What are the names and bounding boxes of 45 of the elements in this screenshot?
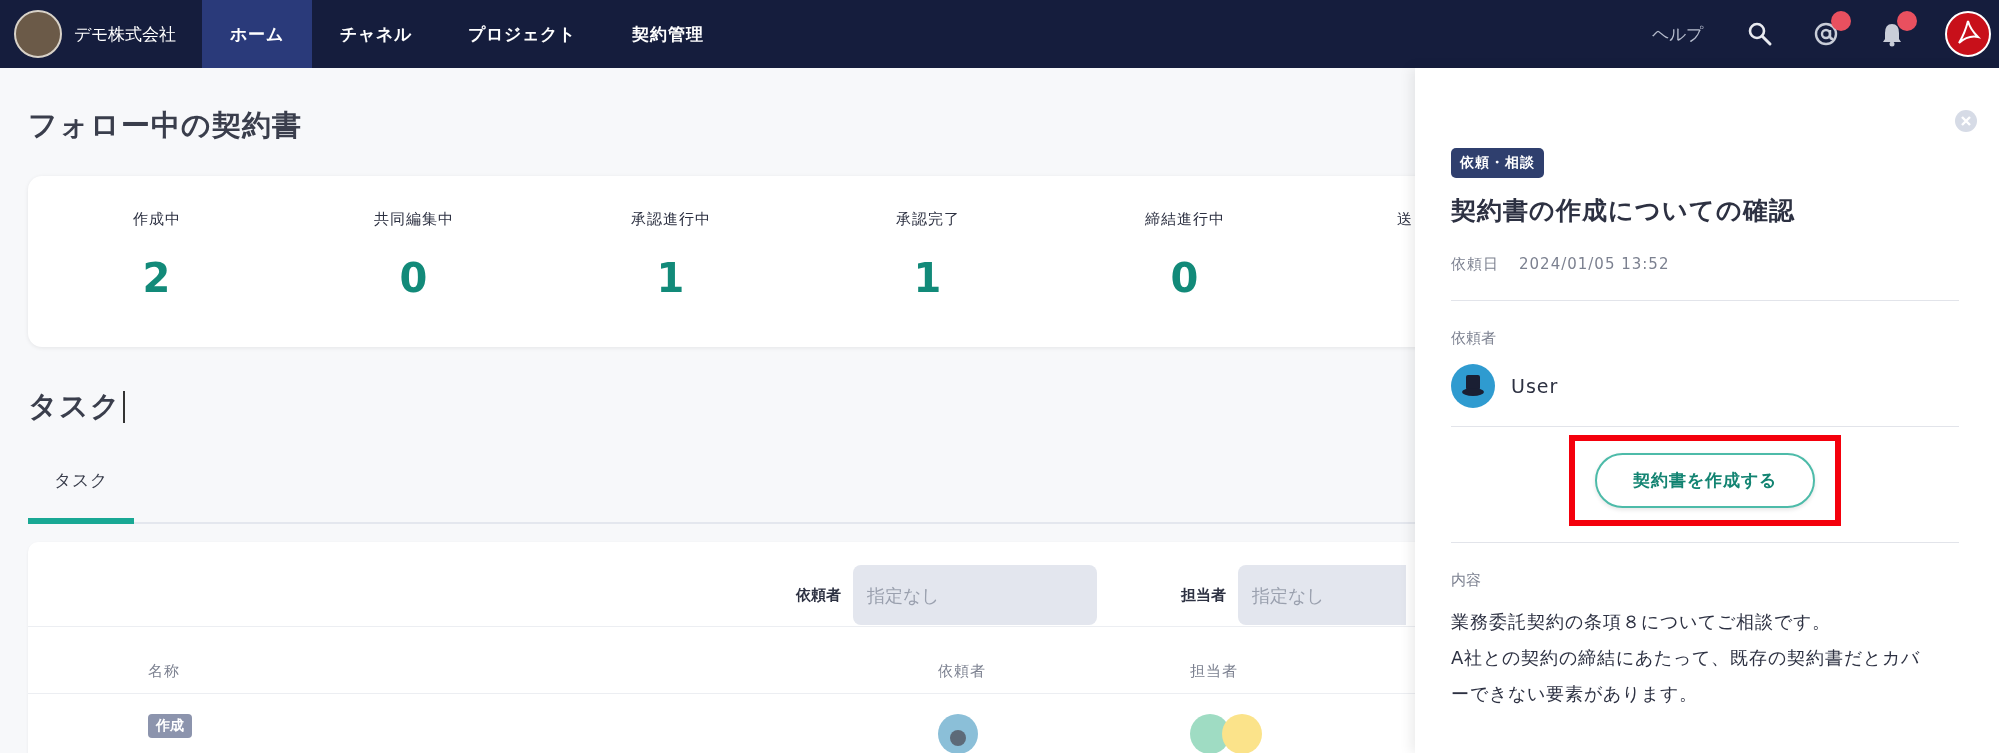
category-tag: 依頼・相談 [1451,148,1544,178]
help-link[interactable]: ヘルプ [1652,22,1703,46]
task-tag: 作成 [148,714,192,738]
field-label: 内容 [1451,571,1482,590]
avatar-icon [938,714,978,753]
avatar-icon[interactable] [1945,11,1991,57]
content-text: 業務委託契約の条項８についてご相談です。 [1451,610,1832,634]
create-contract-button[interactable]: 契約書を作成する [1595,453,1815,508]
stat-count: 1 [913,255,942,301]
stat-label: 送 [1397,210,1413,229]
column-header: 依頼者 [938,661,987,681]
request-title: 契約書の作成についての確認 [1451,195,1796,227]
nav-tab[interactable]: ホーム [202,0,312,68]
at-sign-icon[interactable] [1813,21,1839,47]
filter-field[interactable]: 指定なし [853,565,1097,625]
nav-tab[interactable]: チャネル [312,0,440,68]
text-cursor [123,391,125,423]
tab[interactable]: タスク [28,447,134,524]
company-name: デモ株式会社 [74,22,176,46]
column-header: 担当者 [1190,661,1239,681]
filter-field[interactable]: 指定なし [1238,565,1406,625]
stat-label: 承認進行中 [630,210,711,229]
date-label: 依頼日 [1451,255,1499,274]
section-heading: タスク [28,388,121,425]
stat-count: 0 [1170,255,1199,301]
stat-count: 2 [142,255,171,301]
stat-label: 承認完了 [895,210,960,229]
section-heading: フォロー中の契約書 [28,107,302,144]
requester-name: User [1511,375,1559,397]
stat-label: 締結進行中 [1144,210,1225,229]
column-header: 名称 [148,661,181,681]
stat-label: 作成中 [132,210,181,229]
field-label: 依頼者 [1451,329,1497,348]
search-icon[interactable] [1747,21,1773,47]
nav-tab[interactable]: プロジェクト [440,0,604,68]
company-logo-photo [14,10,62,58]
request-date: 2024/01/05 13:52 [1519,255,1670,274]
nav-tab[interactable]: 契約管理 [604,0,732,68]
stat-count: 0 [399,255,428,301]
filter-label: 担当者 [1181,585,1226,605]
top-hat-avatar-icon [1451,364,1495,408]
filter-label: 依頼者 [796,585,841,605]
stat-label: 共同編集中 [373,210,454,229]
stat-count: 1 [656,255,685,301]
content-text: A社との契約の締結にあたって、既存の契約書だとカバーできない要素があります。 [1451,646,1921,706]
